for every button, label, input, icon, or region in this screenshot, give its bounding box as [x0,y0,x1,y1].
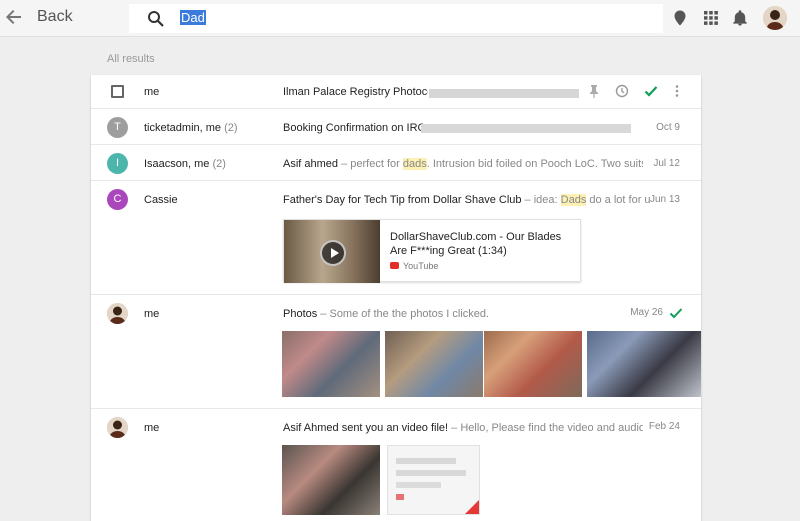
video-thumbnail [284,220,380,283]
subject: Father's Day for Tech Tip from Dollar Sh… [283,194,650,206]
subject: Ilman Palace Registry Photocopy [283,86,428,98]
play-icon[interactable] [320,240,346,266]
subject: Asif Ahmed sent you an video file! – Hel… [283,422,643,434]
date: May 26 [630,307,663,318]
search-icon[interactable] [147,10,165,28]
avatar: C [107,189,128,210]
apps-grid-icon[interactable] [702,9,720,27]
list-item[interactable]: C Cassie Father's Day for Tech Tip from … [91,181,701,295]
notifications-bell-icon[interactable] [731,9,749,27]
search-box[interactable]: Dad [129,4,663,33]
subject: Asif ahmed – perfect for dads. Intrusion… [283,158,643,170]
date: Jul 12 [653,158,680,169]
sender: Cassie [144,194,178,206]
sender: Isaacson, me (2) [144,158,226,170]
youtube-attachment-card[interactable]: DollarShaveClub.com - Our Blades Are F**… [283,219,581,283]
sender: me [144,86,160,98]
photo-thumbnail[interactable] [282,331,380,397]
redacted-snippet [429,89,579,98]
sender: me [144,308,160,320]
youtube-icon [390,262,399,269]
list-item[interactable]: me Asif Ahmed sent you an video file! – … [91,409,701,521]
photo-thumbnail[interactable] [587,331,701,397]
sender: ticketadmin, me (2) [144,122,238,134]
photo-thumbnail[interactable] [282,445,380,515]
redacted-snippet [421,124,631,133]
avatar [107,303,128,324]
pin-icon[interactable] [587,84,601,98]
select-checkbox[interactable] [111,85,124,98]
subject: Photos – Some of the the photos I clicke… [283,308,490,320]
photo-thumbnail[interactable] [385,331,483,397]
file-type-corner-icon [465,500,479,514]
done-check-icon[interactable] [644,84,658,98]
subject: Booking Confirmation on IRCT [283,122,423,134]
avatar: T [107,117,128,138]
more-options-icon[interactable] [672,84,682,98]
top-bar: Back Dad [0,0,800,37]
results-list: me Ilman Palace Registry Photocopy T tic… [91,75,701,521]
date: Feb 24 [648,421,680,432]
photo-thumbnail[interactable] [484,331,582,397]
back-button[interactable]: Back [37,8,73,26]
avatar [107,417,128,438]
done-check-icon[interactable] [669,306,683,320]
back-arrow-icon[interactable] [4,8,24,28]
list-item[interactable]: me Photos – Some of the the photos I cli… [91,295,701,409]
section-label: All results [107,53,155,65]
sender: me [144,422,160,434]
list-item[interactable]: I Isaacson, me (2) Asif ahmed – perfect … [91,145,701,181]
search-query: Dad [180,10,206,25]
video-title: DollarShaveClub.com - Our Blades Are F**… [390,231,562,257]
list-item[interactable]: T ticketadmin, me (2) Booking Confirmati… [91,109,701,145]
date: Oct 9 [656,122,680,133]
date: Jun 13 [649,194,680,205]
location-pin-icon[interactable] [671,9,689,27]
search-input[interactable]: Dad [180,10,206,25]
video-source: YouTube [390,261,438,271]
avatar: I [107,153,128,174]
user-avatar[interactable] [763,6,787,30]
snooze-clock-icon[interactable] [615,84,629,98]
file-attachment-card[interactable] [387,445,480,515]
list-item[interactable]: me Ilman Palace Registry Photocopy [91,75,701,109]
